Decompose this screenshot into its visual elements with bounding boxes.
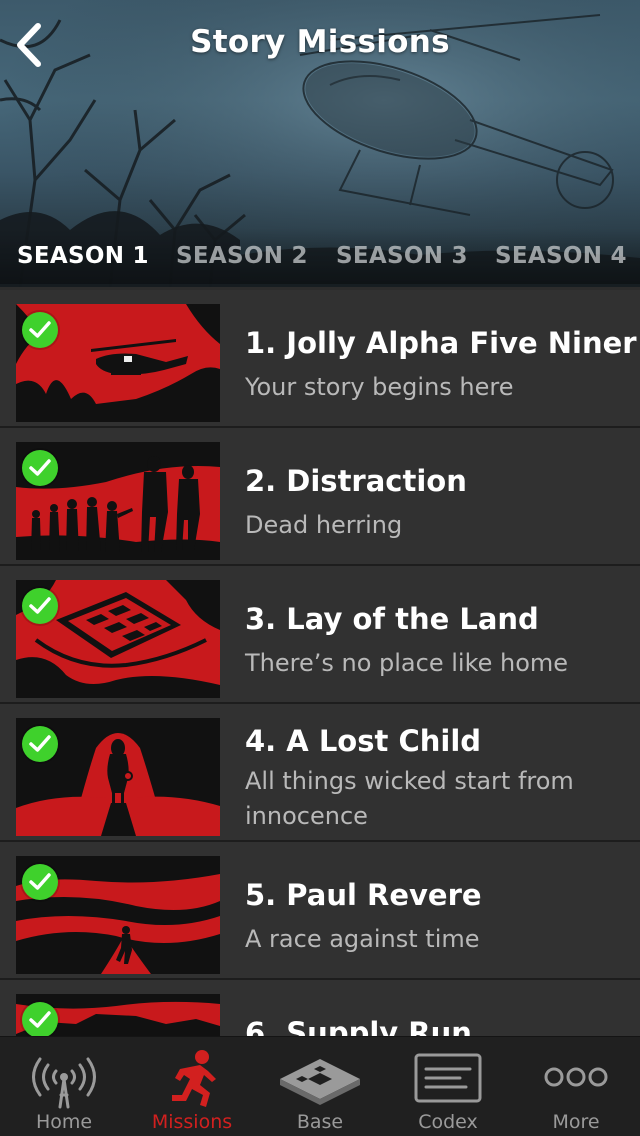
tab-season-3[interactable]: SEASON 3	[336, 243, 468, 269]
mission-thumbnail	[16, 718, 220, 836]
more-icon	[544, 1067, 608, 1087]
tab-season-4[interactable]: SEASON 4	[495, 243, 627, 269]
mission-title: 6. Supply Run	[245, 1016, 472, 1036]
season-tabs: SEASON 1 SEASON 2 SEASON 3 SEASON 4	[0, 228, 640, 284]
tab-label: Base	[296, 1111, 344, 1133]
tab-missions[interactable]: Missions	[128, 1037, 256, 1136]
mission-thumbnail	[16, 304, 220, 422]
tab-label: More	[552, 1111, 600, 1133]
bottom-tab-bar: Home Missions Base Codex More	[0, 1036, 640, 1136]
mission-row-1[interactable]: 1. Jolly Alpha Five Niner Your story beg…	[0, 290, 640, 428]
tab-season-2[interactable]: SEASON 2	[176, 243, 308, 269]
tab-label: Home	[35, 1111, 93, 1133]
mission-row-5[interactable]: 5. Paul Revere A race against time	[0, 842, 640, 980]
mission-list[interactable]: 1. Jolly Alpha Five Niner Your story beg…	[0, 290, 640, 1036]
mission-subtitle: All things wicked start from innocence	[245, 767, 574, 830]
completed-check-icon	[22, 726, 58, 762]
tab-codex[interactable]: Codex	[384, 1037, 512, 1136]
mission-row-4[interactable]: 4. A Lost Child All things wicked start …	[0, 704, 640, 842]
mission-thumbnail	[16, 856, 220, 974]
base-icon	[280, 1059, 360, 1105]
app-screen: Story Missions SEASON 1 SEASON 2 SEASON …	[0, 0, 640, 1136]
tab-home[interactable]: Home	[0, 1037, 128, 1136]
completed-check-icon	[22, 312, 58, 348]
completed-check-icon	[22, 588, 58, 624]
mission-row-6[interactable]: 6. Supply Run	[0, 980, 640, 1036]
mission-title: 3. Lay of the Land	[245, 602, 539, 636]
tab-base[interactable]: Base	[256, 1037, 384, 1136]
mission-subtitle: A race against time	[245, 925, 480, 953]
completed-check-icon	[22, 1002, 58, 1036]
mission-title: 2. Distraction	[245, 464, 467, 498]
mission-title: 5. Paul Revere	[245, 878, 482, 912]
mission-title: 4. A Lost Child	[245, 724, 482, 758]
mission-thumbnail	[16, 994, 220, 1036]
mission-row-2[interactable]: 2. Distraction Dead herring	[0, 428, 640, 566]
completed-check-icon	[22, 864, 58, 900]
running-man-icon	[172, 1050, 216, 1107]
radio-tower-icon	[32, 1057, 96, 1109]
mission-title: 1. Jolly Alpha Five Niner	[245, 326, 637, 360]
mission-row-3[interactable]: 3. Lay of the Land There’s no place like…	[0, 566, 640, 704]
mission-thumbnail	[16, 442, 220, 560]
mission-thumbnail	[16, 580, 220, 698]
tab-more[interactable]: More	[512, 1037, 640, 1136]
header-banner: Story Missions SEASON 1 SEASON 2 SEASON …	[0, 0, 640, 287]
tab-label: Missions	[151, 1111, 233, 1133]
completed-check-icon	[22, 450, 58, 486]
mission-subtitle: There’s no place like home	[245, 649, 569, 677]
mission-subtitle: Dead herring	[245, 511, 403, 539]
tab-season-1[interactable]: SEASON 1	[17, 243, 149, 269]
page-title: Story Missions	[190, 24, 450, 60]
codex-icon	[414, 1053, 482, 1103]
mission-subtitle: Your story begins here	[245, 373, 514, 401]
tab-label: Codex	[418, 1111, 478, 1133]
